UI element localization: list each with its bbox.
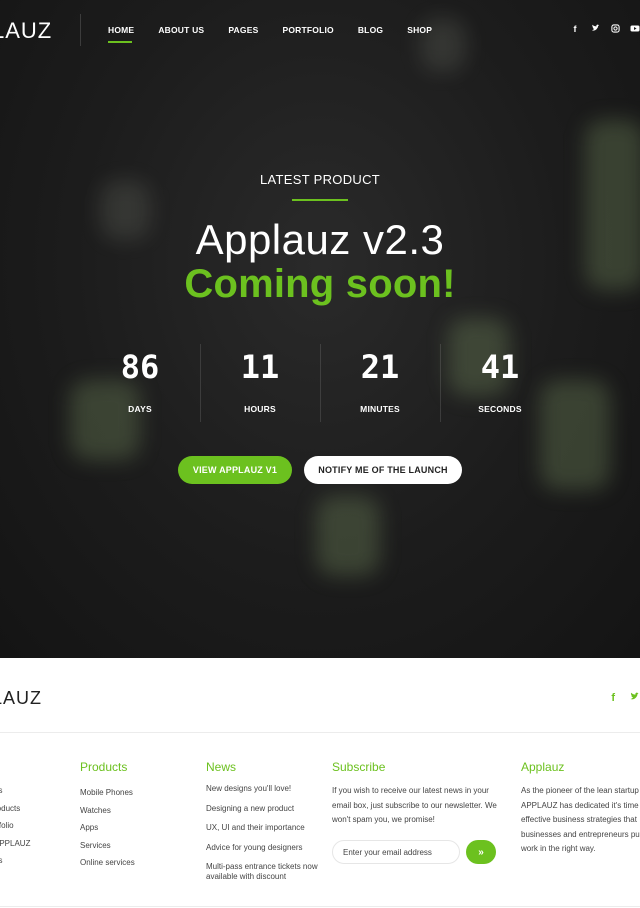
double-arrow-icon[interactable]: »: [466, 840, 496, 864]
hero-eyebrow: LATEST PRODUCT: [259, 172, 380, 187]
subscribe-heading: Subscribe: [332, 760, 386, 774]
menu-item-blog[interactable]: BLOG: [358, 25, 383, 35]
notify-launch-button[interactable]: NOTIFY ME OF THE LAUNCH: [304, 456, 462, 484]
countdown-value: 86: [120, 348, 160, 386]
footer-link[interactable]: Mobile Phones: [80, 784, 135, 802]
countdown-label: DAYS: [128, 404, 152, 414]
footer-link[interactable]: Services: [80, 837, 135, 855]
footer-link[interactable]: Online services: [80, 854, 135, 872]
footer-social-links: f: [611, 692, 640, 705]
site-footer: LAUZ f us roducts rtfolio APPLAUZ us Pro…: [0, 658, 640, 908]
menu-item-portfolio[interactable]: PORTFOLIO: [282, 25, 333, 35]
countdown-days: 86 DAYS: [80, 340, 200, 430]
countdown-timer: 86 DAYS 11 HOURS 21 MINUTES 41 SECONDS: [80, 340, 560, 430]
logo[interactable]: LAUZ: [0, 18, 52, 44]
footer-divider: [0, 732, 640, 733]
top-navigation: LAUZ HOME ABOUT US PAGES PORTFOLIO BLOG …: [0, 0, 640, 60]
footer-col-company: us roducts rtfolio APPLAUZ us: [0, 782, 30, 870]
footer-col-about: Applauz As the pioneer of the lean start…: [521, 760, 640, 857]
bokeh-light: [316, 496, 380, 576]
news-link[interactable]: Advice for young designers: [206, 843, 326, 853]
countdown-value: 41: [480, 348, 520, 386]
about-heading: Applauz: [521, 760, 565, 774]
main-menu: HOME ABOUT US PAGES PORTFOLIO BLOG SHOP: [108, 25, 432, 43]
countdown-seconds: 41 SECONDS: [440, 340, 560, 430]
menu-item-about-us[interactable]: ABOUT US: [158, 25, 204, 35]
hero-subtitle: Coming soon!: [184, 262, 456, 306]
view-applauz-v1-button[interactable]: VIEW APPLAUZ V1: [178, 456, 292, 484]
footer-link[interactable]: Apps: [80, 819, 135, 837]
products-heading: Products: [80, 760, 128, 774]
countdown-label: SECONDS: [478, 404, 522, 414]
menu-item-shop[interactable]: SHOP: [407, 25, 432, 35]
youtube-icon[interactable]: [630, 24, 640, 35]
menu-item-pages[interactable]: PAGES: [228, 25, 258, 35]
countdown-label: MINUTES: [360, 404, 400, 414]
twitter-icon[interactable]: [629, 692, 640, 705]
footer-bottom-divider: [0, 906, 640, 907]
instagram-icon[interactable]: [610, 24, 620, 35]
facebook-icon[interactable]: f: [570, 24, 580, 35]
hero-title: Applauz v2.3: [195, 216, 445, 263]
eyebrow-underline: [292, 199, 348, 201]
countdown-value: 21: [360, 348, 400, 386]
subscribe-text: If you wish to receive our latest news i…: [332, 786, 497, 824]
countdown-label: HOURS: [244, 404, 276, 414]
nav-divider: [80, 14, 81, 46]
footer-logo[interactable]: LAUZ: [0, 688, 42, 709]
news-link[interactable]: UX, UI and their importance: [206, 823, 326, 833]
news-link[interactable]: New designs you'll love!: [206, 784, 326, 794]
countdown-value: 11: [240, 348, 280, 386]
footer-link[interactable]: us: [0, 782, 30, 800]
footer-col-news: News New designs you'll love! Designing …: [206, 760, 326, 891]
news-link[interactable]: Multi-pass entrance tickets now availabl…: [206, 862, 326, 881]
menu-item-home[interactable]: HOME: [108, 25, 134, 43]
email-field[interactable]: Enter your email address: [332, 840, 460, 864]
hero-section: LAUZ HOME ABOUT US PAGES PORTFOLIO BLOG …: [0, 0, 640, 658]
countdown-hours: 11 HOURS: [200, 340, 320, 430]
facebook-icon[interactable]: f: [611, 692, 615, 705]
footer-col-products: Products Mobile Phones Watches Apps Serv…: [80, 760, 135, 872]
footer-link[interactable]: Watches: [80, 802, 135, 820]
footer-link[interactable]: roducts: [0, 800, 30, 818]
footer-link[interactable]: APPLAUZ: [0, 835, 30, 853]
news-heading: News: [206, 760, 237, 774]
footer-link[interactable]: us: [0, 852, 30, 870]
footer-link[interactable]: rtfolio: [0, 817, 30, 835]
countdown-minutes: 21 MINUTES: [320, 340, 440, 430]
footer-col-subscribe: Subscribe If you wish to receive our lat…: [332, 760, 498, 828]
about-text: As the pioneer of the lean startup APPLA…: [521, 786, 640, 853]
header-social-links: f: [570, 24, 640, 35]
news-link[interactable]: Designing a new product: [206, 804, 326, 814]
twitter-icon[interactable]: [590, 24, 600, 35]
